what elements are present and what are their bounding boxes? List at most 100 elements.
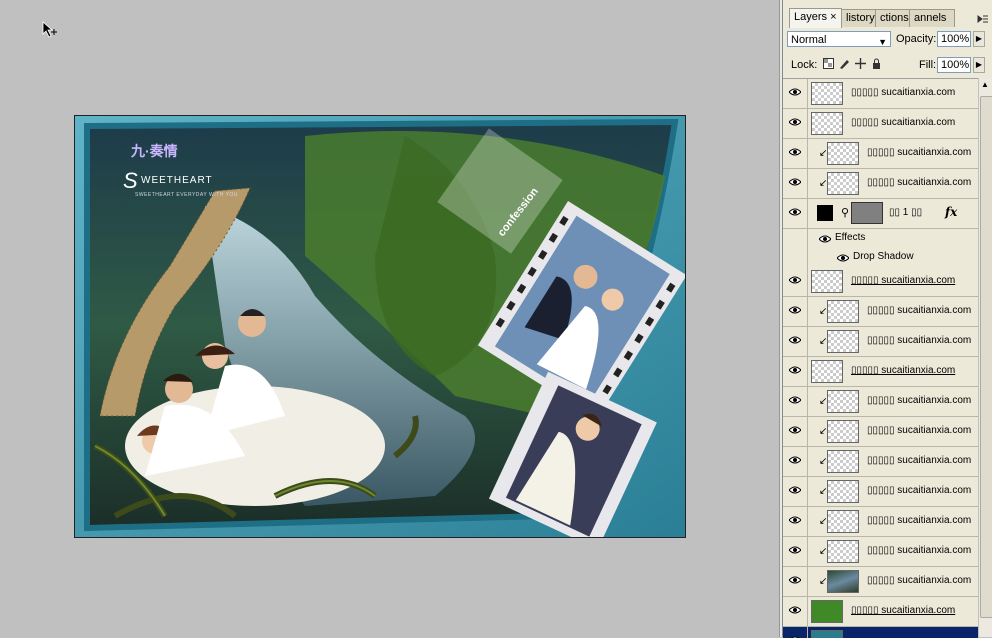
layer-thumbnail[interactable] — [827, 510, 859, 533]
layer-effects-row[interactable]: Effects — [783, 229, 978, 248]
layer-thumbnail[interactable] — [827, 172, 859, 195]
layer-thumbnail[interactable] — [811, 112, 843, 135]
layer-row[interactable]: ↙ ▯▯▯▯▯ sucaitianxia.com — [783, 417, 978, 447]
eye-cell — [783, 567, 808, 596]
title-text: WEETHEART — [141, 175, 213, 186]
layer-mask-thumbnail[interactable] — [817, 205, 833, 221]
layer-row[interactable]: ↙⚲▯▯ 1 ▯▯fx — [783, 199, 978, 229]
layer-name: ▯▯▯▯▯ sucaitianxia.com — [867, 455, 972, 466]
layer-row[interactable]: ▯▯▯▯▯ sucaitianxia.com — [783, 79, 978, 109]
panel-menu-icon[interactable] — [977, 14, 989, 24]
blend-mode-select[interactable]: Normal ▼ — [787, 31, 891, 47]
visibility-eye-icon[interactable] — [789, 606, 801, 614]
effect-label: Drop Shadow — [853, 251, 914, 262]
layer-name: ▯▯▯▯▯ sucaitianxia.com — [867, 335, 972, 346]
layer-thumbnail[interactable] — [827, 540, 859, 563]
eye-cell — [783, 627, 808, 638]
move-cursor-icon — [42, 21, 57, 38]
layer-thumbnail[interactable] — [851, 202, 883, 224]
artwork-image: confession 九·奏情 S WEETHEART SWEETHEART E… — [75, 116, 685, 537]
fill-slider-button[interactable]: ▶ — [973, 57, 985, 73]
visibility-eye-icon[interactable] — [789, 336, 801, 344]
visibility-eye-icon[interactable] — [789, 88, 801, 96]
layer-row[interactable]: ↙ ▯▯▯▯▯ sucaitianxia.com — [783, 139, 978, 169]
visibility-eye-icon[interactable] — [789, 366, 801, 374]
layer-thumbnail[interactable] — [827, 480, 859, 503]
layer-thumbnail[interactable] — [827, 330, 859, 353]
visibility-eye-icon[interactable] — [789, 118, 801, 126]
layer-name: ▯▯▯▯▯ sucaitianxia.com — [867, 305, 972, 316]
layer-row[interactable]: ▯▯▯▯▯ sucaitianxia.com — [783, 597, 978, 627]
visibility-eye-icon[interactable] — [789, 516, 801, 524]
tab-channels[interactable]: annels — [909, 9, 955, 27]
effect-label: Effects — [835, 232, 866, 243]
eye-cell — [783, 417, 808, 446]
layer-row[interactable]: ↙ ▯▯▯▯▯ sucaitianxia.com — [783, 327, 978, 357]
layer-thumbnail[interactable] — [811, 600, 843, 623]
lock-move-icon[interactable] — [855, 58, 866, 69]
layer-thumbnail[interactable] — [827, 450, 859, 473]
layer-thumbnail[interactable] — [811, 360, 843, 383]
layer-row[interactable]: ▯▯▯▯▯ sucaitianxia.com — [783, 109, 978, 139]
link-icon[interactable]: ⚲ — [841, 206, 849, 219]
visibility-eye-icon[interactable] — [789, 276, 801, 284]
lock-transparent-icon[interactable] — [823, 58, 834, 69]
layer-thumbnail[interactable] — [827, 570, 859, 593]
layer-effect-drop-shadow[interactable]: Drop Shadow — [783, 248, 978, 267]
fill-input[interactable]: 100% — [937, 57, 971, 73]
opacity-slider-button[interactable]: ▶ — [973, 31, 985, 47]
layer-name: ▯▯▯▯▯ sucaitianxia.com — [851, 365, 956, 376]
layer-row[interactable]: ↙ ▯▯▯▯▯ sucaitianxia.com — [783, 537, 978, 567]
layer-thumbnail[interactable] — [827, 420, 859, 443]
visibility-eye-icon[interactable] — [789, 148, 801, 156]
layer-fx-icon[interactable]: fx — [945, 205, 957, 219]
layer-row[interactable]: ↙ ▯▯▯▯▯ sucaitianxia.com — [783, 447, 978, 477]
layer-thumbnail[interactable] — [811, 82, 843, 105]
visibility-eye-icon[interactable] — [789, 576, 801, 584]
tab-layers[interactable]: Layers × — [789, 8, 842, 28]
visibility-eye-icon[interactable] — [837, 254, 849, 262]
visibility-eye-icon[interactable] — [819, 235, 831, 243]
layer-row[interactable]: ▯▯▯▯▯ sucaitianxia.com — [783, 267, 978, 297]
scrollbar-thumb[interactable] — [980, 96, 992, 618]
fill-label: Fill: — [919, 59, 937, 71]
lock-brush-icon[interactable] — [839, 58, 850, 69]
opacity-input[interactable]: 100% — [937, 31, 971, 47]
layer-row[interactable]: ↙ ▯▯▯▯▯ sucaitianxia.com — [783, 477, 978, 507]
layer-thumbnail[interactable] — [827, 390, 859, 413]
eye-cell — [783, 597, 808, 626]
layer-thumbnail[interactable] — [811, 270, 843, 293]
layer-name: ▯▯▯▯▯ sucaitianxia.com — [867, 575, 972, 586]
visibility-eye-icon[interactable] — [789, 208, 801, 216]
layer-row[interactable]: ↙ ▯▯▯▯▯ sucaitianxia.com — [783, 387, 978, 417]
blend-mode-value: Normal — [791, 34, 827, 46]
eye-cell — [783, 248, 808, 267]
eye-cell — [783, 199, 808, 228]
eye-cell — [783, 79, 808, 108]
layer-row[interactable]: ↙ ▯▯▯▯▯ sucaitianxia.com — [783, 507, 978, 537]
visibility-eye-icon[interactable] — [789, 546, 801, 554]
eye-cell — [783, 477, 808, 506]
opacity-label: Opacity: — [896, 33, 937, 45]
layer-row[interactable]: ↙ ▯▯▯▯▯ sucaitianxia.com — [783, 567, 978, 597]
lock-all-icon[interactable] — [871, 58, 882, 69]
lock-label: Lock: — [791, 59, 818, 71]
layer-row[interactable]: ↙ ▯▯▯▯▯ sucaitianxia.com — [783, 169, 978, 199]
scroll-up-icon[interactable]: ▲ — [981, 80, 989, 89]
layer-thumbnail[interactable] — [827, 142, 859, 165]
layer-list-scrollbar[interactable]: ▲ — [978, 78, 992, 637]
visibility-eye-icon[interactable] — [789, 306, 801, 314]
layer-row[interactable] — [783, 627, 978, 638]
layer-row[interactable]: ↙ ▯▯▯▯▯ sucaitianxia.com — [783, 297, 978, 327]
document-canvas[interactable]: confession 九·奏情 S WEETHEART SWEETHEART E… — [74, 115, 686, 538]
eye-cell — [783, 297, 808, 326]
visibility-eye-icon[interactable] — [789, 456, 801, 464]
visibility-eye-icon[interactable] — [789, 396, 801, 404]
visibility-eye-icon[interactable] — [789, 178, 801, 186]
layer-thumbnail[interactable] — [827, 300, 859, 323]
visibility-eye-icon[interactable] — [789, 426, 801, 434]
layer-name: ▯▯▯▯▯ sucaitianxia.com — [867, 425, 972, 436]
canvas-area[interactable]: confession 九·奏情 S WEETHEART SWEETHEART E… — [0, 0, 780, 637]
visibility-eye-icon[interactable] — [789, 486, 801, 494]
layer-row[interactable]: ▯▯▯▯▯ sucaitianxia.com — [783, 357, 978, 387]
